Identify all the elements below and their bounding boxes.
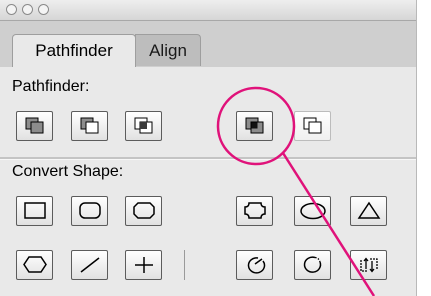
rectangle-button[interactable] — [16, 196, 53, 226]
line-icon — [80, 257, 99, 273]
pathfinder-section-label: Pathfinder: — [12, 78, 90, 95]
open-path-icon — [247, 257, 265, 274]
zoom-window-button[interactable] — [38, 4, 49, 15]
tab-bar: Pathfinder Align — [0, 21, 416, 67]
close-path-button[interactable] — [294, 250, 331, 280]
inverse-rounded-rectangle-button[interactable] — [236, 196, 273, 226]
inverse-rounded-rectangle-icon — [243, 202, 266, 219]
rounded-rectangle-icon — [78, 202, 101, 219]
line-button[interactable] — [71, 250, 108, 280]
minus-back-icon — [303, 117, 321, 134]
exclude-button[interactable] — [236, 111, 273, 141]
intersect-button[interactable] — [125, 111, 162, 141]
button-group-separator — [184, 250, 185, 280]
minus-front-icon — [80, 117, 98, 134]
polygon-button[interactable] — [16, 250, 53, 280]
triangle-icon — [357, 201, 380, 219]
unite-button[interactable] — [16, 111, 53, 141]
title-bar — [0, 0, 416, 21]
minimize-window-button[interactable] — [22, 4, 33, 15]
exclude-icon — [245, 117, 263, 134]
rectangle-icon — [23, 202, 46, 219]
close-path-icon — [303, 256, 321, 273]
minus-front-button[interactable] — [71, 111, 108, 141]
reverse-path-button[interactable] — [350, 250, 387, 280]
ellipse-button[interactable] — [294, 196, 331, 226]
close-window-button[interactable] — [6, 4, 17, 15]
beveled-rectangle-icon — [132, 202, 155, 219]
ellipse-icon — [299, 202, 326, 220]
unite-icon — [25, 117, 43, 134]
triangle-button[interactable] — [350, 196, 387, 226]
section-divider — [0, 157, 416, 160]
tab-align[interactable]: Align — [135, 34, 201, 66]
minus-back-button[interactable] — [294, 111, 331, 141]
tab-pathfinder[interactable]: Pathfinder — [12, 34, 136, 67]
plus-icon — [134, 257, 153, 273]
intersect-icon — [134, 117, 152, 134]
reverse-path-icon — [359, 257, 378, 273]
beveled-rectangle-button[interactable] — [125, 196, 162, 226]
plus-button[interactable] — [125, 250, 162, 280]
open-path-button[interactable] — [236, 250, 273, 280]
polygon-icon — [22, 256, 47, 273]
rounded-rectangle-button[interactable] — [71, 196, 108, 226]
convert-shape-section-label: Convert Shape: — [12, 163, 124, 180]
pathfinder-panel: Pathfinder Align Pathfinder: Convert Sha… — [0, 0, 417, 296]
